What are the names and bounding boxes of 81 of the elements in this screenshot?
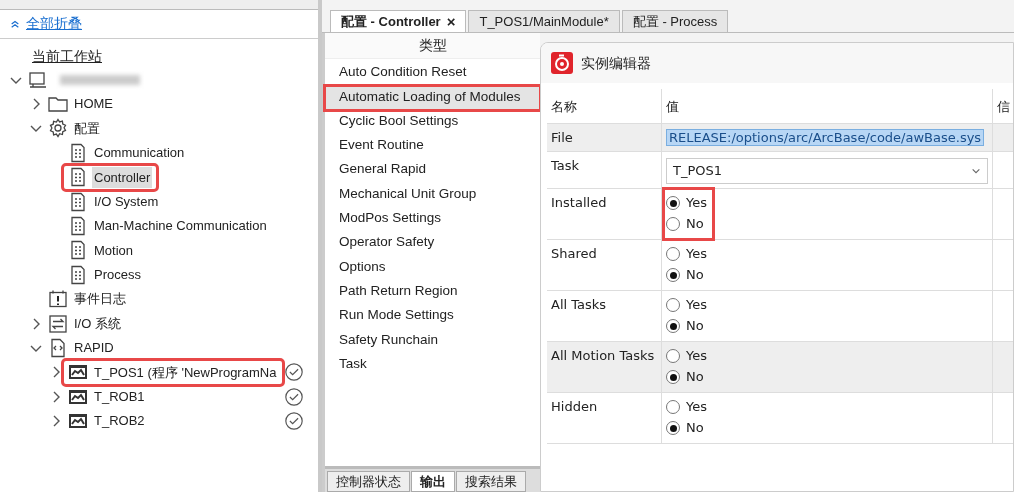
radio-label: Yes	[686, 296, 707, 315]
table-row[interactable]: Shared Yes No	[547, 239, 1013, 291]
close-button[interactable]: ×	[446, 14, 456, 29]
radio-button[interactable]	[666, 298, 680, 312]
column-header: 信	[992, 89, 1013, 123]
column-header: 类型	[325, 33, 540, 60]
panel-tab[interactable]: 输出	[411, 470, 455, 492]
radio-button[interactable]	[666, 268, 680, 282]
radio-button[interactable]	[666, 349, 680, 363]
radio-button[interactable]	[666, 247, 680, 261]
type-list-item[interactable]: General Rapid	[325, 158, 540, 183]
type-list-item[interactable]: Cyclic Bool Settings	[325, 109, 540, 135]
radio-button[interactable]	[666, 400, 680, 414]
tree-item[interactable]: 事件日志	[72, 288, 128, 310]
tree-item[interactable]: RAPID	[72, 337, 116, 359]
radio-label: No	[686, 215, 704, 234]
type-list-item[interactable]: Automatic Loading of Modules	[325, 85, 540, 110]
exchange-icon	[47, 313, 69, 334]
table-row[interactable]: All Motion Tasks Yes No	[547, 341, 1013, 393]
tree-item[interactable]: Controller	[92, 166, 153, 188]
type-list-item[interactable]: Mechanical Unit Group	[325, 182, 540, 208]
radio-label: Yes	[686, 245, 707, 264]
radio-label: Yes	[686, 347, 707, 366]
radio-label: No	[686, 317, 704, 336]
radio-button[interactable]	[666, 421, 680, 435]
computer-icon	[27, 69, 49, 90]
radio-label: No	[686, 419, 704, 438]
tree-item[interactable]: T_ROB2	[92, 410, 147, 432]
tree-item[interactable]: T_ROB1	[92, 386, 147, 408]
parameter-name: File	[551, 129, 573, 145]
section-heading: 当前工作站	[31, 48, 103, 67]
parameter-name: All Tasks	[551, 296, 607, 312]
panel-tab[interactable]: 搜索结果	[456, 470, 526, 492]
text-field[interactable]: RELEASE:/options/arc/ArcBase/code/awBase.sys	[666, 128, 985, 146]
table-row[interactable]: Installed Yes No	[547, 188, 1013, 240]
type-list-item[interactable]: Run Mode Settings	[325, 304, 540, 329]
radio-label: Yes	[686, 398, 707, 417]
parameter-name: Task	[551, 158, 580, 173]
type-list-item[interactable]: Event Routine	[325, 134, 540, 159]
tree-item[interactable]: Man-Machine Communication	[92, 215, 269, 237]
column-header: 名称	[550, 98, 578, 116]
tree-item[interactable]: I/O 系统	[72, 312, 123, 335]
radio-button[interactable]	[666, 196, 680, 210]
radio-button[interactable]	[666, 319, 680, 333]
document-tab[interactable]: 配置 - Controller	[341, 11, 441, 32]
radio-button[interactable]	[666, 217, 680, 231]
radio-button[interactable]	[666, 370, 680, 384]
radio-label: No	[686, 266, 704, 285]
type-list-item[interactable]: Options	[325, 255, 540, 280]
radio-label: No	[686, 368, 704, 387]
parameter-name: Shared	[551, 245, 597, 261]
tree-item[interactable]: Communication	[92, 142, 187, 164]
type-list-item[interactable]: Path Return Region	[325, 279, 540, 305]
type-list-item[interactable]: Safety Runchain	[325, 328, 540, 353]
dropdown[interactable]: T_POS1	[666, 158, 988, 184]
table-row[interactable]: Task T_POS1	[547, 152, 1013, 189]
table-row[interactable]: Hidden Yes No	[547, 392, 1013, 444]
event-log-icon	[47, 289, 69, 310]
parameter-name: Installed	[551, 194, 607, 210]
tree-item[interactable]: T_POS1 (程序 'NewProgramNa	[92, 361, 279, 384]
tree-item[interactable]: HOME	[72, 93, 115, 115]
panel-tab[interactable]: 控制器状态	[327, 470, 410, 492]
type-list-item[interactable]: Auto Condition Reset	[325, 61, 540, 86]
tree-item[interactable]: Motion	[92, 239, 136, 262]
radio-label: Yes	[686, 194, 707, 213]
tree-item[interactable]: Process	[92, 264, 143, 286]
collapse-all-link[interactable]: 全部折叠	[26, 14, 82, 35]
column-header: 值	[661, 89, 992, 123]
app-logo-icon	[551, 52, 573, 74]
settings-icon	[47, 118, 69, 139]
table-row[interactable]: All Tasks Yes No	[547, 290, 1013, 342]
folder-icon	[47, 94, 69, 115]
tree-item[interactable]: I/O System	[92, 190, 161, 213]
parameter-name: Hidden	[551, 398, 598, 414]
table-row[interactable]: File RELEASE:/options/arc/ArcBase/code/awBase.sys	[547, 123, 1013, 152]
parameter-name: All Motion Tasks	[551, 347, 655, 363]
type-list-item[interactable]: ModPos Settings	[325, 207, 540, 232]
tree-item[interactable]: 配置	[72, 117, 102, 140]
type-list-item[interactable]: Operator Safety	[325, 231, 540, 256]
type-list-item[interactable]: Task	[325, 352, 540, 378]
dialog-title: 实例编辑器	[581, 53, 651, 73]
